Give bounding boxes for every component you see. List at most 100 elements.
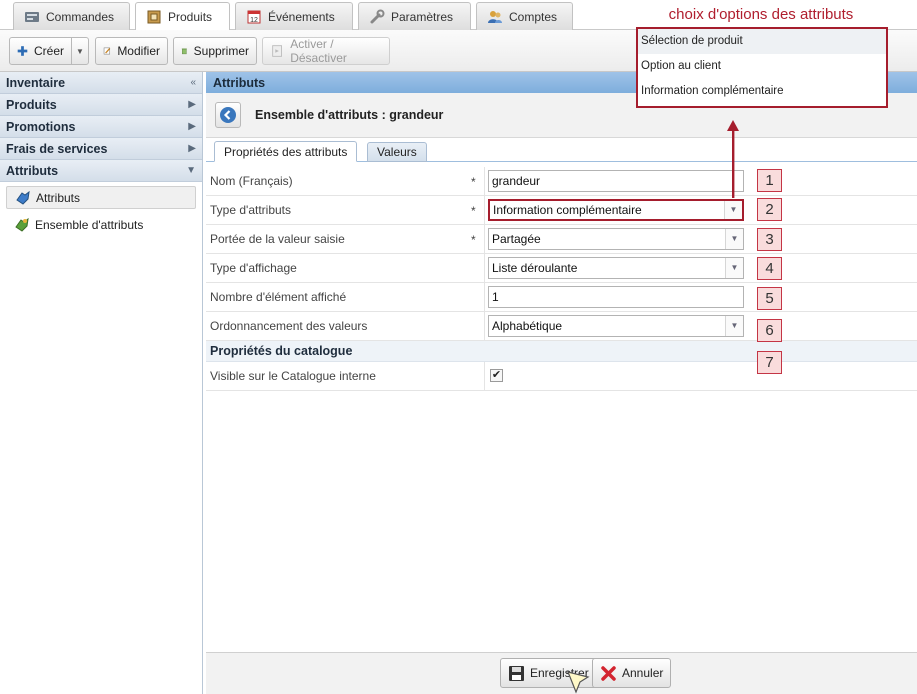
- select-value: Partagée: [492, 232, 541, 246]
- orders-icon: [25, 11, 39, 22]
- tab-parametres[interactable]: Paramètres: [358, 2, 471, 30]
- tab-produits[interactable]: Produits: [135, 2, 230, 31]
- products-icon: [147, 10, 161, 24]
- collapse-icon[interactable]: «: [190, 77, 196, 88]
- attribute-form: Nom (Français) * Type d'attributs * Info…: [206, 167, 917, 391]
- chevron-down-icon[interactable]: ▼: [725, 229, 743, 249]
- field-row-affichage: Type d'affichage Liste déroulante ▼: [206, 254, 917, 283]
- expand-arrow-icon: ▶: [188, 121, 196, 132]
- field-row-visible-catalogue: Visible sur le Catalogue interne ✔: [206, 362, 917, 391]
- field-label: Ordonnancement des valeurs: [210, 319, 368, 333]
- sidebar-section-attributs[interactable]: Attributs ▼: [0, 160, 202, 182]
- divider: [484, 362, 485, 390]
- catalog-section-header: Propriétés du catalogue: [206, 341, 917, 362]
- divider: [484, 312, 485, 340]
- required-marker: *: [471, 204, 476, 218]
- field-row-ordonnancement: Ordonnancement des valeurs Alphabétique …: [206, 312, 917, 341]
- tab-proprietes[interactable]: Propriétés des attributs: [214, 141, 358, 162]
- field-row-nom: Nom (Français) *: [206, 167, 917, 196]
- chevron-down-icon: ▼: [76, 46, 84, 56]
- field-label: Portée de la valeur saisie: [210, 232, 345, 246]
- tab-parametres-label: Paramètres: [391, 9, 454, 24]
- plus-icon: [17, 46, 28, 56]
- select-value: Liste déroulante: [492, 261, 578, 275]
- annotation-title: choix d'options des attributs: [668, 6, 854, 23]
- callout-badge: 6: [757, 319, 782, 342]
- callout-badge: 2: [757, 198, 782, 221]
- tab-commandes[interactable]: Commandes: [13, 2, 130, 30]
- option-item[interactable]: Sélection de produit: [638, 29, 886, 54]
- svg-text:12: 12: [250, 17, 258, 24]
- create-button[interactable]: Créer: [9, 37, 72, 65]
- trash-icon: [181, 48, 187, 55]
- back-button[interactable]: [215, 102, 241, 128]
- wrench-icon: [370, 9, 385, 23]
- tab-comptes[interactable]: Comptes: [476, 2, 573, 30]
- sidebar-section-label: Attributs: [6, 163, 59, 178]
- callout-badge: 5: [757, 287, 782, 310]
- sidebar-section-produits[interactable]: Produits ▶: [0, 94, 202, 116]
- delete-button[interactable]: Supprimer: [173, 37, 257, 65]
- tab-valeurs[interactable]: Valeurs: [367, 142, 427, 162]
- displayed-count-input[interactable]: [488, 286, 744, 308]
- create-dropdown-toggle[interactable]: ▼: [71, 37, 89, 65]
- visible-catalog-checkbox[interactable]: ✔: [490, 369, 503, 382]
- tab-commandes-label: Commandes: [46, 9, 115, 24]
- sidebar-section-promotions[interactable]: Promotions ▶: [0, 116, 202, 138]
- required-marker: *: [471, 175, 476, 189]
- sidebar-item-ensemble-attributs[interactable]: Ensemble d'attributs: [6, 213, 196, 236]
- attribute-icon: [16, 190, 30, 205]
- sidebar-section-label: Inventaire: [6, 75, 66, 90]
- toggle-active-button-label: Activer / Désactiver: [290, 37, 347, 65]
- field-label: Visible sur le Catalogue interne: [210, 369, 376, 383]
- cancel-button[interactable]: Annuler: [592, 658, 672, 688]
- sub-tabs: Propriétés des attributs Valeurs: [206, 138, 917, 162]
- users-icon: [488, 10, 502, 23]
- divider: [484, 283, 485, 311]
- modify-button-label: Modifier: [117, 44, 160, 58]
- option-item[interactable]: Information complémentaire: [638, 79, 886, 104]
- option-item[interactable]: Option au client: [638, 54, 886, 79]
- sidebar-item-attributs[interactable]: Attributs: [6, 186, 196, 209]
- toggle-active-button[interactable]: Activer / Désactiver: [262, 37, 390, 65]
- field-label: Nombre d'élément affiché: [210, 290, 347, 304]
- close-icon: [601, 665, 616, 681]
- sidebar-section-label: Frais de services: [6, 141, 108, 156]
- required-marker: *: [471, 233, 476, 247]
- tab-evenements[interactable]: 12 Événements: [235, 2, 353, 30]
- mouse-cursor-icon: [567, 671, 590, 694]
- toggle-icon: [272, 45, 282, 57]
- value-ordering-select[interactable]: Alphabétique ▼: [488, 315, 744, 337]
- sidebar-item-label: Attributs: [36, 190, 81, 205]
- delete-button-label: Supprimer: [193, 44, 249, 58]
- value-scope-select[interactable]: Partagée ▼: [488, 228, 744, 250]
- attribute-type-select[interactable]: Information complémentaire ▼: [488, 199, 744, 221]
- sidebar-section-inventaire[interactable]: Inventaire «: [0, 72, 202, 94]
- divider: [484, 196, 485, 224]
- calendar-icon: 12: [247, 10, 261, 24]
- chevron-down-icon[interactable]: ▼: [725, 316, 743, 336]
- display-type-select[interactable]: Liste déroulante ▼: [488, 257, 744, 279]
- back-arrow-icon: [220, 107, 236, 123]
- modify-button[interactable]: Modifier: [95, 37, 168, 65]
- divider: [484, 254, 485, 282]
- field-row-portee: Portée de la valeur saisie * Partagée ▼: [206, 225, 917, 254]
- annotation-options-box: Sélection de produit Option au client In…: [636, 27, 888, 108]
- field-label: Nom (Français): [210, 174, 293, 188]
- divider: [484, 225, 485, 253]
- select-value: Information complémentaire: [493, 203, 642, 217]
- chevron-down-icon[interactable]: ▼: [725, 258, 743, 278]
- callout-badge: 1: [757, 169, 782, 192]
- cancel-button-label: Annuler: [622, 666, 664, 680]
- field-label: Type d'attributs: [210, 203, 291, 217]
- callout-badge: 4: [757, 257, 782, 280]
- collapse-arrow-icon: ▼: [186, 165, 196, 176]
- callout-badge: 7: [757, 351, 782, 374]
- chevron-down-icon[interactable]: ▼: [724, 201, 742, 219]
- field-row-nombre: Nombre d'élément affiché: [206, 283, 917, 312]
- expand-arrow-icon: ▶: [188, 99, 196, 110]
- name-input[interactable]: [488, 170, 744, 192]
- sidebar-section-frais[interactable]: Frais de services ▶: [0, 138, 202, 160]
- tab-evenements-label: Événements: [268, 9, 335, 24]
- sidebar: Inventaire « Produits ▶ Promotions ▶ Fra…: [0, 72, 203, 694]
